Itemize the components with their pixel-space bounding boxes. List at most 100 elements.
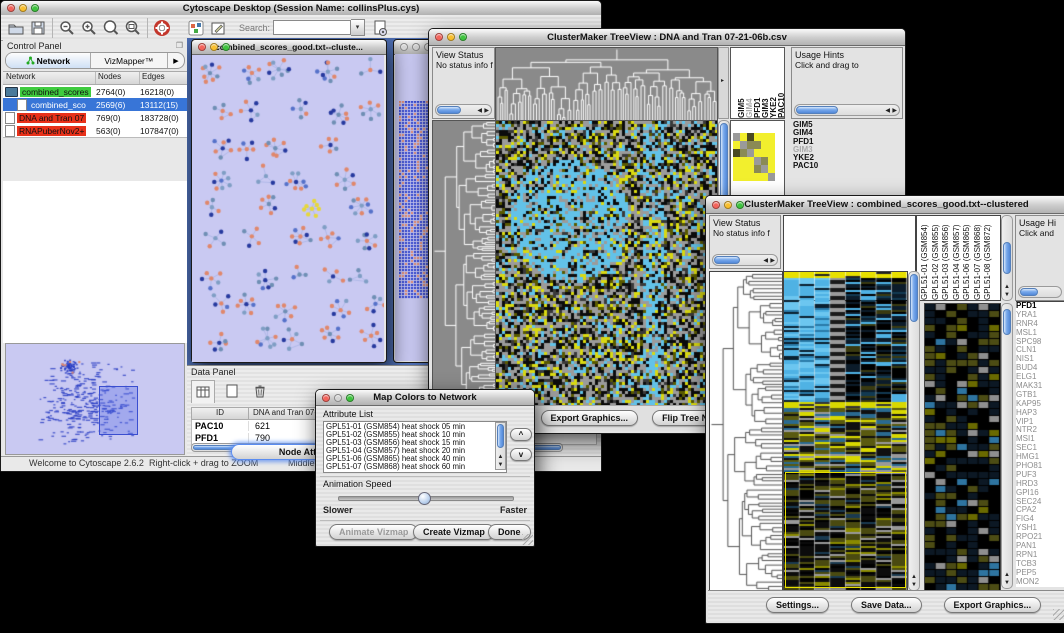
tv1-column-label[interactable]: YKE2 [769, 50, 776, 118]
zoom-button[interactable] [222, 43, 230, 51]
network-window-titlebar[interactable]: combined_scores_good.txt--cluste... [192, 40, 386, 55]
gene-label[interactable]: MON2 [1016, 578, 1064, 587]
close-button[interactable] [435, 33, 443, 41]
attribute-list-scrollbar[interactable]: ▲▼ [495, 422, 506, 470]
tv1-mini-heatmap[interactable] [733, 133, 775, 181]
gene-label[interactable]: PUF3 [1016, 471, 1064, 480]
tv2-action-button[interactable]: Save Data... [851, 597, 922, 613]
tv2-labels-vscrollbar[interactable]: ▲▼ [1001, 215, 1013, 301]
tv1-column-label[interactable]: PFD1 [753, 50, 760, 118]
gene-label[interactable]: PHO81 [1016, 462, 1064, 471]
gene-label[interactable]: VIP1 [1016, 418, 1064, 427]
gene-label[interactable]: RPO21 [1016, 533, 1064, 542]
network-overview[interactable] [5, 343, 185, 455]
tv1-hints-hscrollbar[interactable]: ◀▶ [794, 104, 900, 116]
gene-label[interactable]: YRA1 [1016, 311, 1064, 320]
delete-attribute-icon[interactable] [249, 380, 271, 402]
tv2-column-label[interactable]: GPL51-06 (GSM865) [962, 218, 973, 300]
dialog-titlebar[interactable]: Map Colors to Network [316, 390, 534, 406]
tv1-column-label[interactable]: GIM3 [761, 50, 768, 118]
tv2-row-dendrogram[interactable] [709, 271, 783, 593]
zoom-fit-icon[interactable] [122, 17, 144, 39]
gene-label[interactable]: CPA2 [1016, 506, 1064, 515]
gene-label[interactable]: MSI1 [1016, 435, 1064, 444]
tv2-column-label[interactable]: GPL51-08 (GSM872) [983, 218, 994, 300]
tv1-column-label[interactable]: PAC10 [777, 50, 784, 118]
gene-label[interactable]: CLN1 [1016, 346, 1064, 355]
gene-label[interactable]: MSL1 [1016, 329, 1064, 338]
zoom-button[interactable] [31, 4, 39, 12]
zoom-button[interactable] [459, 33, 467, 41]
gene-label[interactable]: HMG1 [1016, 453, 1064, 462]
gene-label[interactable]: SEC24 [1016, 498, 1064, 507]
gene-label[interactable]: PAN1 [1016, 542, 1064, 551]
attribute-list-item[interactable]: GPL51-03 (GSM856) heat shock 15 min [326, 439, 493, 447]
gene-label[interactable]: MAK31 [1016, 382, 1064, 391]
search-dropdown-button[interactable]: ▾ [351, 19, 365, 36]
close-button[interactable] [322, 394, 330, 402]
attribute-select-icon[interactable] [191, 380, 215, 403]
attribute-list-item[interactable]: GPL51-01 (GSM854) heat shock 05 min [326, 423, 493, 431]
gene-label[interactable]: ELG1 [1016, 373, 1064, 382]
new-attribute-icon[interactable] [221, 380, 243, 402]
help-lifering-icon[interactable] [151, 17, 173, 39]
gene-label[interactable]: RNR4 [1016, 320, 1064, 329]
annotation-icon[interactable] [207, 17, 229, 39]
gene-label[interactable]: HRD3 [1016, 480, 1064, 489]
resize-grip[interactable] [522, 534, 533, 545]
open-file-icon[interactable] [5, 17, 27, 39]
overview-canvas[interactable] [6, 344, 184, 452]
tv1-status-hscrollbar[interactable]: ◀▶ [435, 104, 492, 116]
search-input[interactable] [273, 20, 351, 35]
tab-overflow-arrow[interactable]: ▶ [168, 53, 184, 68]
tv2-action-button[interactable]: Settings... [766, 597, 829, 613]
network-file-icon[interactable] [369, 17, 391, 39]
network-tree-row[interactable]: combined_sco2569(6)13112(15) [3, 98, 187, 111]
gene-label[interactable]: BUD4 [1016, 364, 1064, 373]
tv2-column-label[interactable]: GPL51-07 (GSM868) [973, 218, 984, 300]
gene-label[interactable]: NIS1 [1016, 355, 1064, 364]
treeview1-titlebar[interactable]: ClusterMaker TreeView : DNA and Tran 07-… [429, 29, 905, 46]
tv2-status-hscrollbar[interactable]: ◀▶ [712, 254, 778, 266]
tv2-column-label[interactable]: GPL51-01 (GSM854) [920, 218, 931, 300]
network-view-canvas[interactable] [192, 55, 384, 362]
gene-label[interactable]: GPI16 [1016, 489, 1064, 498]
tv2-column-label[interactable]: GPL51-04 (GSM857) [952, 218, 963, 300]
tv2-hints-hscrollbar[interactable] [1018, 286, 1062, 298]
close-button[interactable] [7, 4, 15, 12]
slider-thumb[interactable] [418, 492, 431, 505]
create-vizmap-button[interactable]: Create Vizmap [413, 524, 495, 540]
close-button[interactable] [712, 201, 720, 209]
tv2-zoom-heatmap[interactable] [924, 303, 1001, 591]
treeview2-titlebar[interactable]: ClusterMaker TreeView : combined_scores_… [706, 196, 1064, 214]
attribute-list-item[interactable]: GPL51-02 (GSM855) heat shock 10 min [326, 431, 493, 439]
attribute-list-item[interactable]: GPL51-07 (GSM868) heat shock 60 min [326, 463, 493, 471]
gene-label[interactable]: GTB1 [1016, 391, 1064, 400]
gene-label[interactable]: KAP95 [1016, 400, 1064, 409]
tv2-zoom-vscrollbar[interactable]: ▲▼ [1001, 303, 1013, 589]
overview-viewport-rect[interactable] [99, 386, 138, 435]
save-icon[interactable] [27, 17, 49, 39]
move-down-button[interactable]: v [510, 448, 532, 461]
tv1-column-label[interactable]: GIM5 [737, 50, 744, 118]
resize-grip[interactable] [1053, 609, 1064, 620]
tv1-row-label[interactable]: PAC10 [793, 162, 853, 170]
tv1-heatmap[interactable] [495, 120, 718, 408]
gene-label[interactable]: HAP3 [1016, 409, 1064, 418]
gene-label[interactable]: PFD1 [1016, 302, 1064, 311]
zoom-out-icon[interactable] [56, 17, 78, 39]
network-tree-row[interactable]: RNAPuberNov2+563(0)107847(0) [3, 124, 187, 137]
move-up-button[interactable]: ^ [510, 428, 532, 441]
gene-label[interactable]: SPC98 [1016, 338, 1064, 347]
minimize-button[interactable] [447, 33, 455, 41]
minimize-button[interactable] [724, 201, 732, 209]
gene-label[interactable]: RPN1 [1016, 551, 1064, 560]
tab-network[interactable]: Network [6, 53, 91, 68]
tv1-action-button[interactable]: Export Graphics... [541, 410, 639, 426]
tv2-heatmap-vscrollbar[interactable]: ▲▼ [908, 271, 920, 591]
gene-label[interactable]: FIG4 [1016, 515, 1064, 524]
zoom-selected-icon[interactable] [100, 17, 122, 39]
tab-vizmapper[interactable]: VizMapper™ [91, 53, 168, 68]
gene-label[interactable]: NTR2 [1016, 426, 1064, 435]
attribute-list-item[interactable]: GPL51-06 (GSM865) heat shock 40 min [326, 455, 493, 463]
